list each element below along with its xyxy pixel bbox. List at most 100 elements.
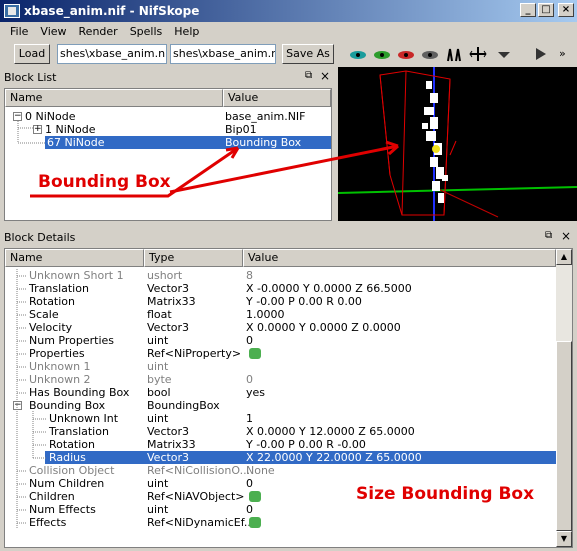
tree-row-value: Bip01 <box>225 123 257 136</box>
property-type: ushort <box>147 269 183 282</box>
save-as-button[interactable]: Save As <box>282 44 334 64</box>
property-row[interactable]: Unknown Int uint 1 <box>5 412 556 425</box>
property-type: Ref<NiAVObject> <box>147 490 245 503</box>
annotation-size-bounding-box: Size Bounding Box <box>356 484 535 504</box>
property-row[interactable]: Unknown 2 byte 0 <box>5 373 556 386</box>
property-type: Matrix33 <box>147 295 196 308</box>
menu-file[interactable]: File <box>4 25 34 38</box>
property-row[interactable]: Translation Vector3 X 0.0000 Y 12.0000 Z 6… <box>5 425 556 438</box>
close-panel-icon[interactable]: × <box>320 69 330 83</box>
property-type: Ref<NiProperty> <box>147 347 242 360</box>
property-row[interactable]: Velocity Vector3 X 0.0000 Y 0.0000 Z 0.000… <box>5 321 556 334</box>
col-type-header[interactable]: Type <box>144 249 243 267</box>
scroll-up-icon[interactable]: ▲ <box>556 249 572 265</box>
property-row[interactable]: Collision Object Ref<NiCollisionO... None <box>5 464 556 477</box>
property-row[interactable]: Num Effects uint 0 <box>5 503 556 516</box>
minimize-button[interactable]: _ <box>520 3 536 17</box>
property-value[interactable]: None <box>246 464 275 477</box>
property-type: float <box>147 308 172 321</box>
property-type: uint <box>147 334 169 347</box>
view-user-icon[interactable] <box>420 45 440 63</box>
block-list-title: Block List <box>4 70 57 84</box>
property-value[interactable]: 8 <box>246 269 253 282</box>
window-title: xbase_anim.nif - NifSkope <box>24 4 200 18</box>
play-icon[interactable] <box>530 45 550 63</box>
toolbar-overflow-icon[interactable]: » <box>559 47 566 60</box>
property-type: Ref<NiDynamicEf... <box>147 516 255 529</box>
reference-link-icon[interactable] <box>249 517 261 528</box>
property-type: Vector3 <box>147 451 190 464</box>
property-type: BoundingBox <box>147 399 220 412</box>
scroll-thumb[interactable] <box>556 341 572 531</box>
walk-icon[interactable] <box>444 45 464 63</box>
flip-icon[interactable] <box>468 45 488 63</box>
property-type: Vector3 <box>147 425 190 438</box>
tree-row-selected[interactable]: 67 NiNode Bounding Box <box>45 136 331 149</box>
property-value[interactable]: X -0.0000 Y 0.0000 Z 66.5000 <box>246 282 412 295</box>
property-type: bool <box>147 386 171 399</box>
property-row[interactable]: Effects Ref<NiDynamicEf... <box>5 516 556 529</box>
scroll-down-icon[interactable]: ▼ <box>556 531 572 547</box>
menu-render[interactable]: Render <box>73 25 124 38</box>
property-value[interactable]: 0 <box>246 477 253 490</box>
property-value[interactable]: 0 <box>246 373 253 386</box>
block-list-tree: Name Value − 0 NiNode base_anim.NIF + 1 … <box>4 88 332 221</box>
property-type: Vector3 <box>147 321 190 334</box>
menu-help[interactable]: Help <box>168 25 205 38</box>
menu-bar: File View Render Spells Help <box>0 22 577 41</box>
property-value[interactable]: X 0.0000 Y 12.0000 Z 65.0000 <box>246 425 415 438</box>
property-value[interactable]: yes <box>246 386 265 399</box>
property-row[interactable]: Unknown 1 uint <box>5 360 556 373</box>
col-name-header[interactable]: Name <box>5 89 223 107</box>
property-row[interactable]: Rotation Matrix33 Y -0.00 P 0.00 R 0.00 <box>5 295 556 308</box>
tree-row-value: Bounding Box <box>225 136 302 149</box>
float-panel-icon[interactable]: ⧉ <box>305 70 312 81</box>
viewport-scene <box>337 67 577 221</box>
menu-view[interactable]: View <box>34 25 72 38</box>
property-row[interactable]: Translation Vector3 X -0.0000 Y 0.0000 Z 6… <box>5 282 556 295</box>
annotation-bounding-box: Bounding Box <box>38 172 171 192</box>
property-type: uint <box>147 477 169 490</box>
property-row[interactable]: Num Properties uint 0 <box>5 334 556 347</box>
menu-spells[interactable]: Spells <box>124 25 169 38</box>
property-value[interactable]: 1 <box>246 412 253 425</box>
tree-row-value: base_anim.NIF <box>225 110 306 123</box>
view-side-icon[interactable] <box>396 45 416 63</box>
view-top-icon[interactable] <box>348 45 368 63</box>
reference-link-icon[interactable] <box>249 348 261 359</box>
property-value[interactable]: X 22.0000 Y 22.0000 Z 65.0000 <box>246 451 422 464</box>
close-panel-icon[interactable]: × <box>561 229 571 243</box>
property-value[interactable]: Y -0.00 P 0.00 R -0.00 <box>246 438 366 451</box>
load-button[interactable]: Load <box>14 44 50 64</box>
property-value[interactable]: 0 <box>246 334 253 347</box>
property-value[interactable]: X 0.0000 Y 0.0000 Z 0.0000 <box>246 321 401 334</box>
property-row[interactable]: − Bounding Box BoundingBox <box>5 399 556 412</box>
property-type: uint <box>147 503 169 516</box>
vertical-scrollbar[interactable]: ▲ ▼ <box>556 249 572 547</box>
load-path-field[interactable]: shes\xbase_anim.nif <box>57 44 167 64</box>
render-viewport[interactable] <box>337 67 577 221</box>
title-bar: xbase_anim.nif - NifSkope _ □ × <box>0 0 577 22</box>
property-type: uint <box>147 360 169 373</box>
property-value[interactable]: Y -0.00 P 0.00 R 0.00 <box>246 295 362 308</box>
property-row[interactable]: Has Bounding Box bool yes <box>5 386 556 399</box>
property-value[interactable]: 0 <box>246 503 253 516</box>
tree-lines <box>17 121 45 144</box>
property-row[interactable]: Scale float 1.0000 <box>5 308 556 321</box>
property-row[interactable]: Properties Ref<NiProperty> <box>5 347 556 360</box>
property-row[interactable]: Unknown Short 1 ushort 8 <box>5 269 556 282</box>
property-type: byte <box>147 373 172 386</box>
col-value-header[interactable]: Value <box>243 249 556 267</box>
reference-link-icon[interactable] <box>249 491 261 502</box>
maximize-button[interactable]: □ <box>538 3 554 17</box>
float-panel-icon[interactable]: ⧉ <box>545 230 552 241</box>
property-value[interactable]: 1.0000 <box>246 308 285 321</box>
col-value-header[interactable]: Value <box>223 89 331 107</box>
dropdown-arrow-icon[interactable] <box>494 45 514 63</box>
view-front-icon[interactable] <box>372 45 392 63</box>
save-path-field[interactable]: shes\xbase_anim.nif <box>170 44 276 64</box>
property-type: Vector3 <box>147 282 190 295</box>
close-button[interactable]: × <box>558 3 574 17</box>
property-row-selected[interactable]: Radius Vector3 X 22.0000 Y 22.0000 Z 65.00… <box>45 451 556 464</box>
property-row[interactable]: Rotation Matrix33 Y -0.00 P 0.00 R -0.00 <box>5 438 556 451</box>
